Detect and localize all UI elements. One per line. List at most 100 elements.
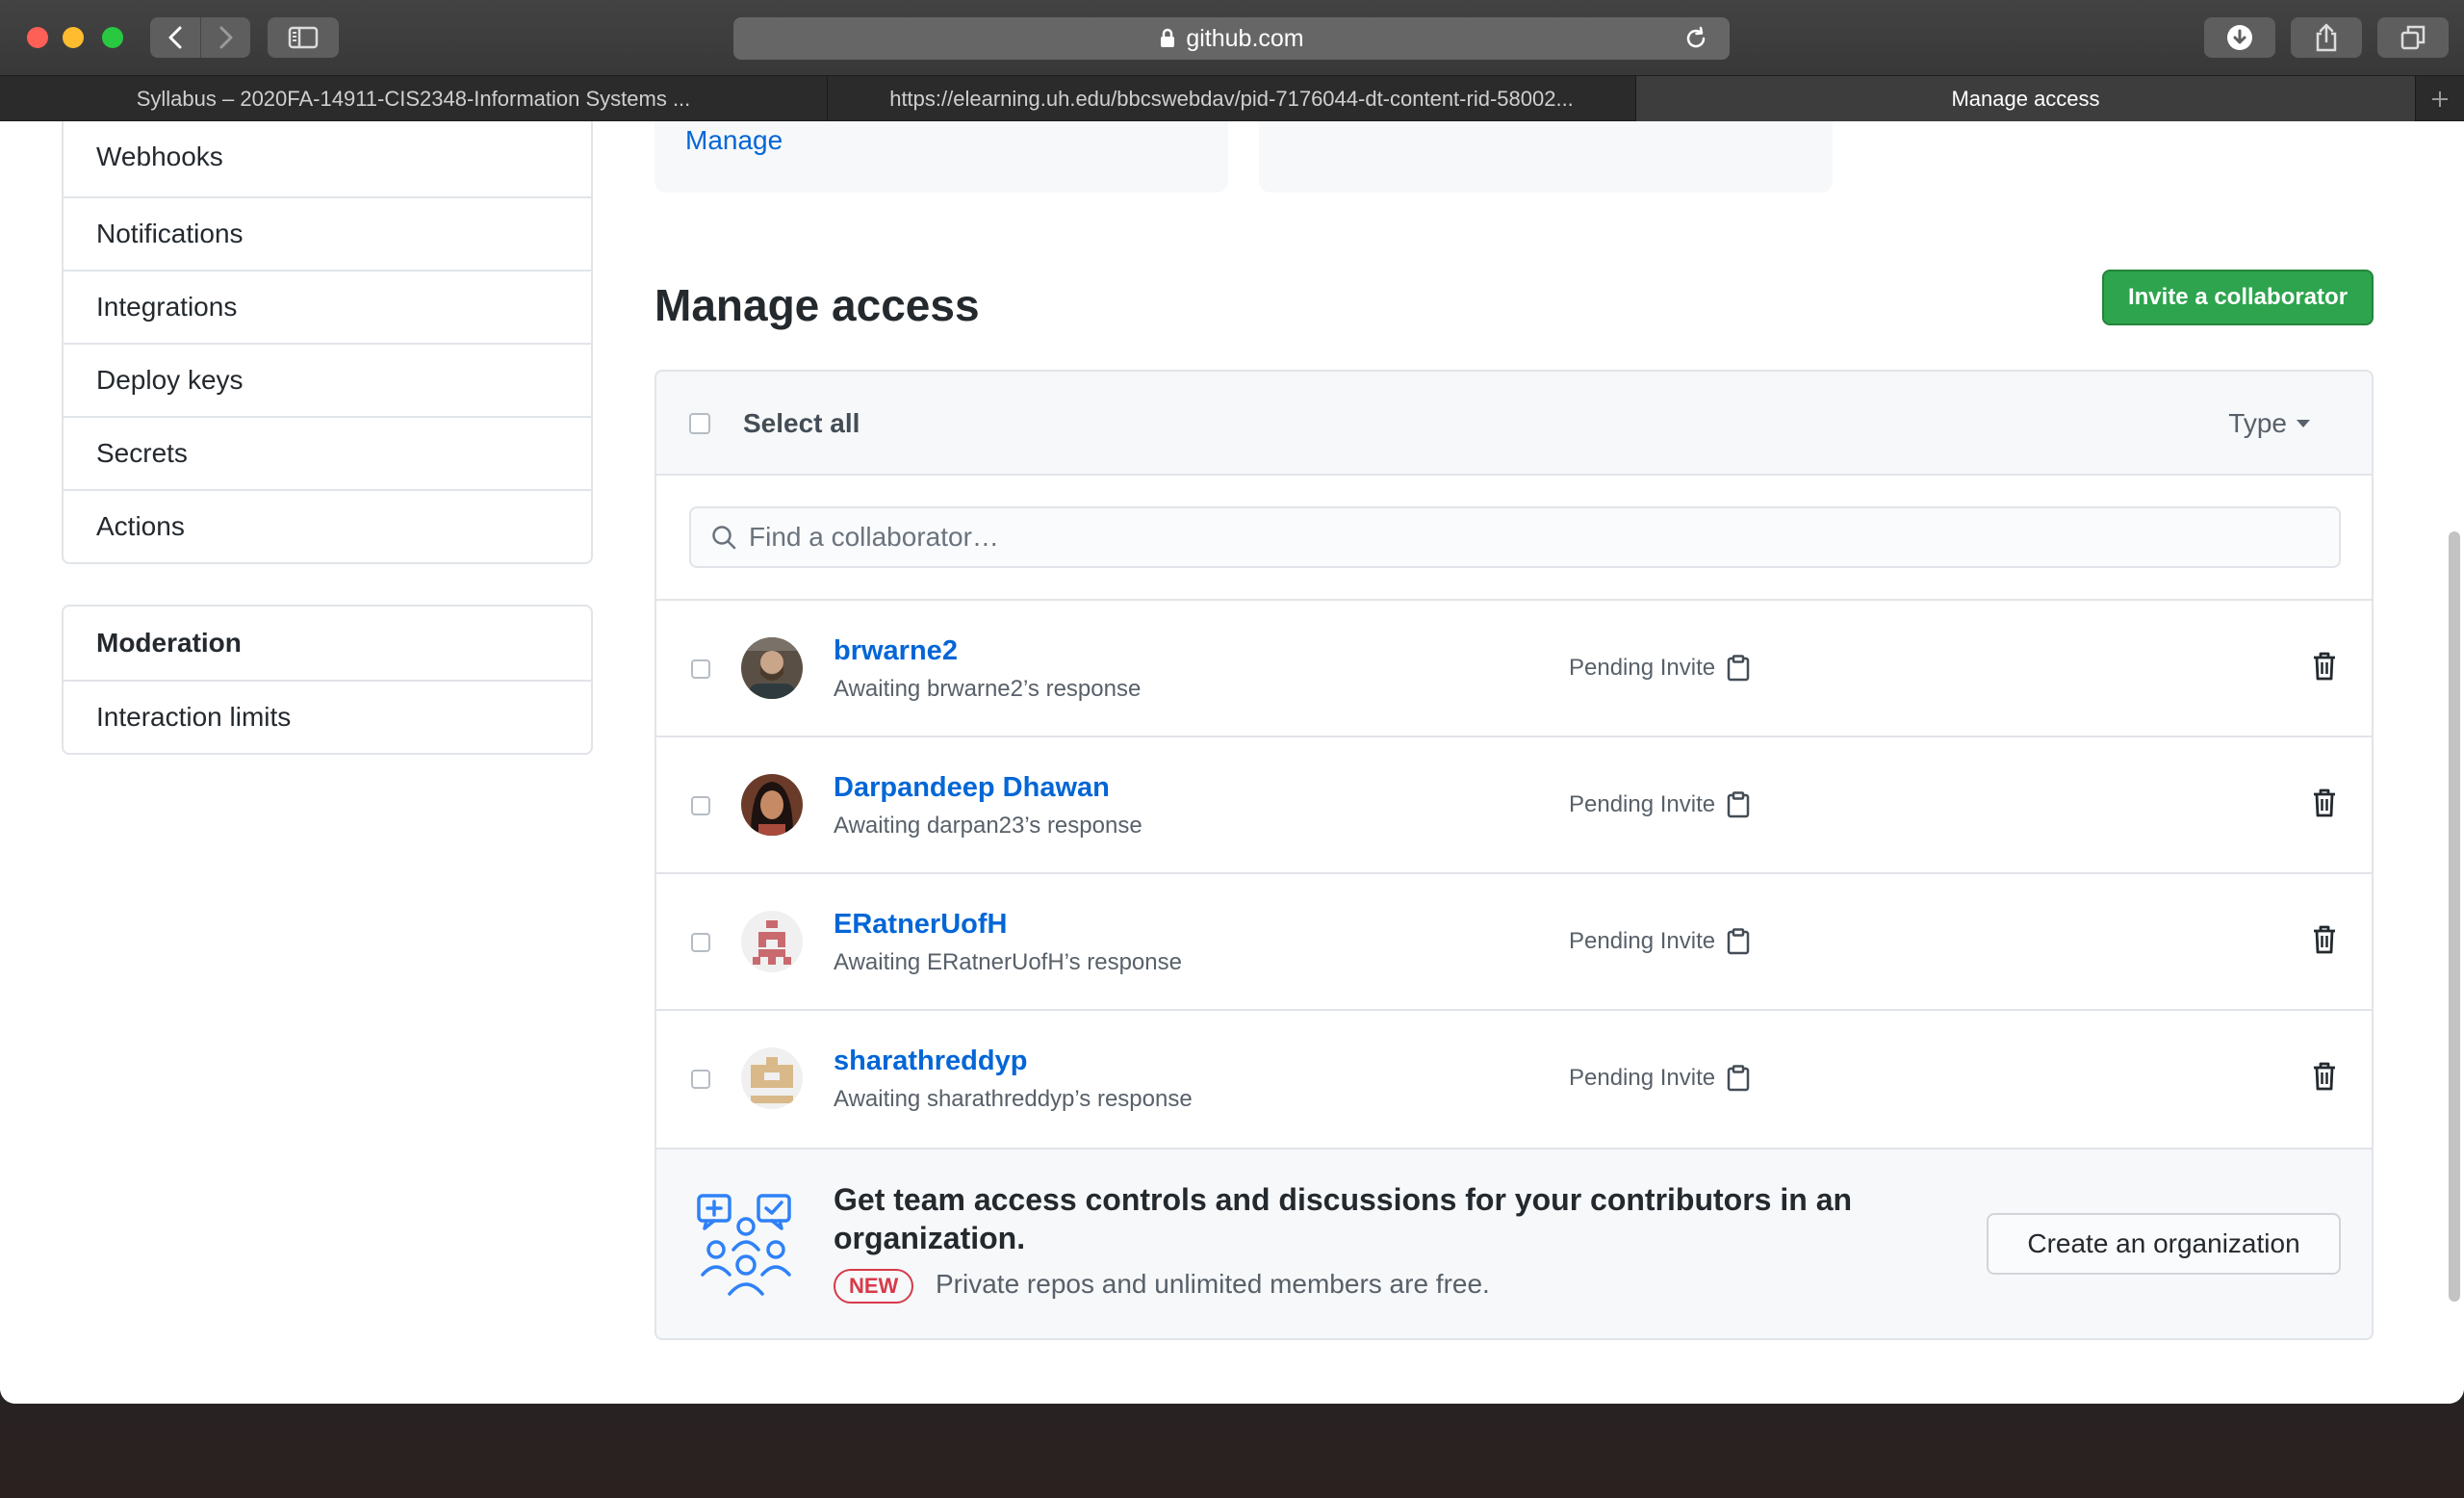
browser-toolbar: github.com: [0, 0, 2464, 75]
sidebar-item-notifications[interactable]: Notifications: [64, 196, 591, 270]
page-title: Manage access: [654, 280, 980, 330]
select-all-checkbox[interactable]: [689, 413, 710, 434]
chevron-right-icon: [219, 26, 232, 49]
collaborator-name-link[interactable]: Darpandeep Dhawan: [834, 772, 1110, 804]
sidebar-item-webhooks[interactable]: Webhooks: [64, 121, 591, 196]
collaborator-status: Awaiting darpan23’s response: [834, 813, 1142, 839]
collaborator-name-link[interactable]: brwarne2: [834, 635, 958, 667]
row-checkbox[interactable]: [691, 1070, 710, 1089]
collaborator-status: Awaiting ERatnerUofH’s response: [834, 949, 1182, 975]
clipboard-icon[interactable]: [1727, 791, 1750, 818]
browser-tab[interactable]: Syllabus – 2020FA-14911-CIS2348-Informat…: [0, 76, 828, 121]
moderation-menu: Moderation Interaction limits: [62, 605, 593, 755]
collaborator-row: Darpandeep Dhawan Awaiting darpan23’s re…: [656, 737, 2372, 874]
avatar: [741, 911, 803, 972]
sidebar-item-label: Deploy keys: [96, 365, 244, 395]
sidebar-item-label: Integrations: [96, 292, 238, 322]
reload-icon[interactable]: [1683, 26, 1708, 51]
sidebar-icon: [288, 26, 319, 49]
repo-access-card: [1259, 121, 1833, 193]
sidebar-item-label: Secrets: [96, 438, 188, 468]
row-checkbox[interactable]: [691, 659, 710, 679]
search-icon: [712, 526, 736, 550]
browser-tab-active[interactable]: Manage access: [1636, 76, 2416, 121]
collaborators-header: Select all Type: [656, 372, 2372, 476]
organization-promo: Get team access controls and discussions…: [656, 1149, 2372, 1338]
page-content: Webhooks Notifications Integrations Depl…: [0, 121, 2464, 1404]
type-filter-label: Type: [2228, 408, 2287, 438]
sidebar-item-deploy-keys[interactable]: Deploy keys: [64, 343, 591, 416]
pending-invite-label: Pending Invite: [1569, 928, 1716, 954]
sidebar-item-interaction-limits[interactable]: Interaction limits: [64, 680, 591, 753]
downloads-button[interactable]: [2204, 17, 2275, 58]
sidebar-item-actions[interactable]: Actions: [64, 489, 591, 562]
tab-overview-button[interactable]: [2377, 17, 2449, 58]
close-window-button[interactable]: [27, 27, 48, 48]
sidebar-item-label: Notifications: [96, 219, 244, 248]
sidebar-header-label: Moderation: [96, 628, 242, 658]
pending-invite: Pending Invite: [1569, 1065, 1750, 1092]
page-scrollbar[interactable]: [2449, 531, 2460, 1302]
trash-icon[interactable]: [2312, 1061, 2337, 1092]
pending-invite: Pending Invite: [1569, 791, 1750, 818]
select-all-label[interactable]: Select all: [743, 408, 860, 439]
promo-subtitle: Private repos and unlimited members are …: [936, 1269, 1490, 1299]
avatar: [741, 774, 803, 836]
moderation-header: Moderation: [64, 607, 591, 680]
plus-icon: [2432, 90, 2448, 107]
lock-icon: [1161, 28, 1175, 47]
collaborator-status: Awaiting brwarne2’s response: [834, 676, 1142, 702]
zoom-window-button[interactable]: [102, 27, 123, 48]
clipboard-icon[interactable]: [1727, 928, 1750, 955]
address-text: github.com: [1186, 24, 1304, 52]
create-organization-button[interactable]: Create an organization: [1987, 1213, 2341, 1275]
row-checkbox[interactable]: [691, 796, 710, 815]
share-icon: [2316, 23, 2337, 52]
pending-invite-label: Pending Invite: [1569, 1065, 1716, 1091]
browser-tab[interactable]: https://elearning.uh.edu/bbcswebdav/pid-…: [828, 76, 1636, 121]
search-input[interactable]: [749, 522, 2289, 553]
back-button[interactable]: [150, 17, 200, 58]
history-nav: [150, 17, 250, 58]
trash-icon[interactable]: [2312, 924, 2337, 955]
invite-collaborator-button[interactable]: Invite a collaborator: [2102, 270, 2374, 325]
search-row: [656, 476, 2372, 601]
trash-icon[interactable]: [2312, 651, 2337, 682]
collaborator-name-link[interactable]: ERatnerUofH: [834, 909, 1007, 941]
row-checkbox[interactable]: [691, 933, 710, 952]
address-bar[interactable]: github.com: [733, 17, 1730, 60]
collaborator-row: sharathreddyp Awaiting sharathreddyp’s r…: [656, 1011, 2372, 1149]
collaborator-name-link[interactable]: sharathreddyp: [834, 1046, 1027, 1077]
clipboard-icon[interactable]: [1727, 655, 1750, 682]
new-tab-button[interactable]: [2416, 76, 2464, 121]
tab-label: Syllabus – 2020FA-14911-CIS2348-Informat…: [136, 86, 691, 111]
sidebar-item-label: Interaction limits: [96, 702, 292, 732]
tab-label: Manage access: [1951, 86, 2100, 111]
clipboard-icon[interactable]: [1727, 1065, 1750, 1092]
tab-label: https://elearning.uh.edu/bbcswebdav/pid-…: [889, 86, 1574, 111]
sidebar-item-label: Webhooks: [96, 142, 223, 171]
type-filter-dropdown[interactable]: Type: [2228, 408, 2310, 439]
trash-icon[interactable]: [2312, 788, 2337, 818]
sidebar-item-secrets[interactable]: Secrets: [64, 416, 591, 489]
collaborator-status: Awaiting sharathreddyp’s response: [834, 1086, 1193, 1112]
pending-invite-label: Pending Invite: [1569, 655, 1716, 681]
sidebar-item-integrations[interactable]: Integrations: [64, 270, 591, 343]
forward-button[interactable]: [200, 17, 250, 58]
pending-invite-label: Pending Invite: [1569, 791, 1716, 817]
collaborator-search[interactable]: [689, 506, 2341, 568]
browser-window: github.com Syllabus – 2020FA-14911-CIS23…: [0, 0, 2464, 1404]
minimize-window-button[interactable]: [63, 27, 84, 48]
sidebar-toggle-button[interactable]: [268, 17, 339, 58]
promo-title: Get team access controls and discussions…: [834, 1182, 1853, 1255]
tabs-icon: [2400, 25, 2426, 50]
manage-link[interactable]: Manage: [685, 125, 783, 156]
caret-down-icon: [2297, 420, 2310, 427]
new-badge: NEW: [834, 1269, 914, 1304]
chevron-left-icon: [168, 26, 182, 49]
collaborators-panel: Select all Type brwarne2 Await: [654, 370, 2374, 1340]
tab-bar: Syllabus – 2020FA-14911-CIS2348-Informat…: [0, 75, 2464, 121]
pending-invite: Pending Invite: [1569, 928, 1750, 955]
share-button[interactable]: [2291, 17, 2362, 58]
pending-invite: Pending Invite: [1569, 655, 1750, 682]
